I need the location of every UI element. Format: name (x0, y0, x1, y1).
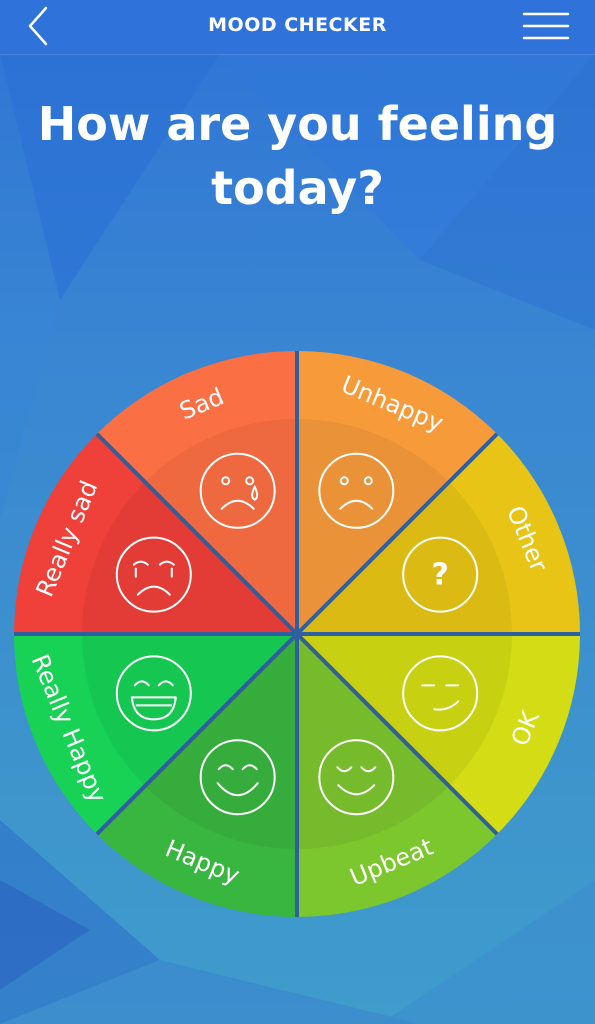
wheel-hub (292, 629, 302, 639)
svg-text:?: ? (431, 558, 448, 593)
mood-wheel: ? UnhappyOtherOKUpbeatHappyReally HappyR… (14, 351, 580, 917)
